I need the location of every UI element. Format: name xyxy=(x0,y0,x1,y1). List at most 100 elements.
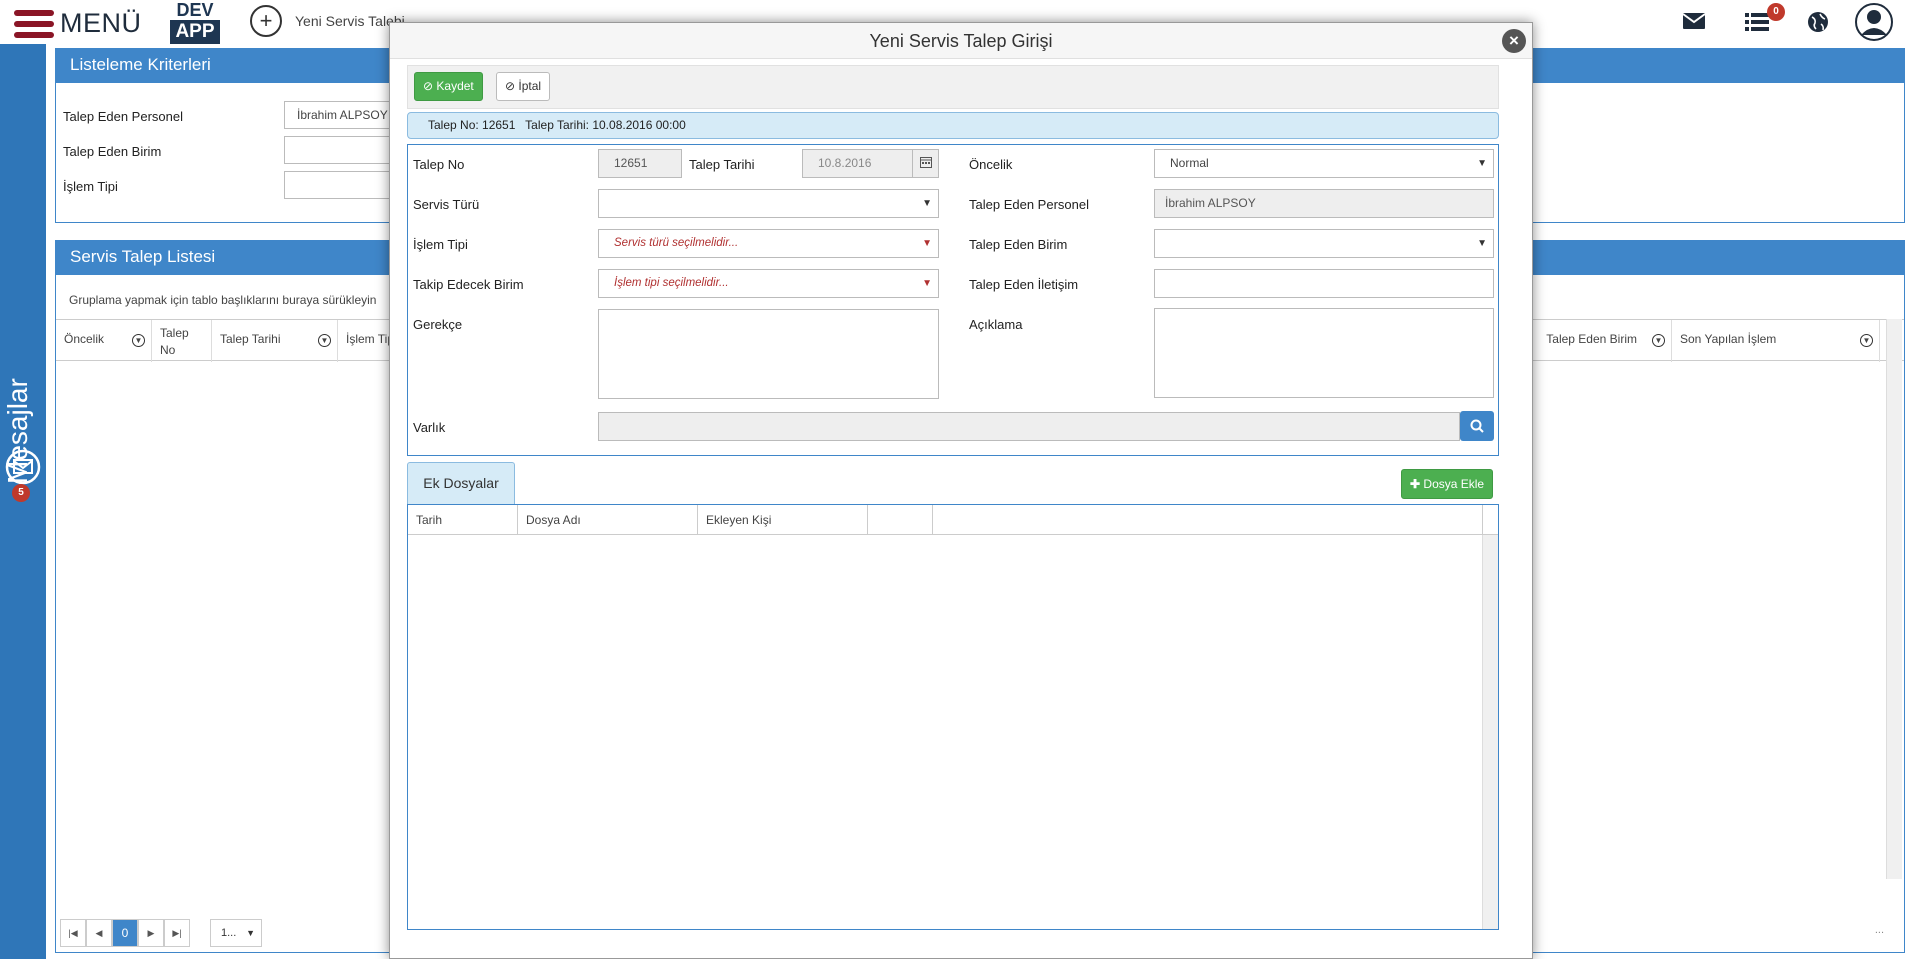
varlik-field[interactable] xyxy=(598,412,1460,441)
messages-sidebar[interactable]: Mesajlar 5 xyxy=(0,44,46,959)
varlik-label: Varlık xyxy=(413,420,446,435)
col-talep-tarihi-label: Talep Tarihi xyxy=(220,332,281,346)
caret-down-icon: ▼ xyxy=(1477,238,1487,249)
list-icon[interactable] xyxy=(1745,12,1769,35)
page-size-value: 1... xyxy=(221,927,237,939)
islem-tipi-placeholder: Servis türü seçilmelidir... xyxy=(614,237,739,249)
globe-icon[interactable] xyxy=(1807,11,1829,36)
col-talep-tarihi[interactable]: Talep Tarihi ▼ xyxy=(212,320,338,362)
caret-down-icon: ▼ xyxy=(922,238,932,249)
talep-eden-birim-label: Talep Eden Birim xyxy=(969,237,1068,252)
menu-button[interactable]: MENÜ xyxy=(14,8,142,39)
caret-down-icon: ▼ xyxy=(246,928,255,938)
calendar-icon[interactable] xyxy=(912,149,939,178)
aciklama-label: Açıklama xyxy=(969,317,1023,332)
col-son-yapilan-islem[interactable]: Son Yapılan İşlem ▼ xyxy=(1672,320,1880,362)
modal-title: Yeni Servis Talep Girişi xyxy=(390,23,1532,59)
caret-down-icon: ▼ xyxy=(1477,158,1487,169)
talep-eden-iletisim-label: Talep Eden İletişim xyxy=(969,277,1079,292)
gerekce-label: Gerekçe xyxy=(413,317,463,332)
crit-input-birim[interactable] xyxy=(284,136,404,164)
talep-eden-iletisim-field[interactable] xyxy=(1154,269,1494,298)
user-avatar-icon[interactable] xyxy=(1855,3,1893,44)
takip-edecek-birim-select[interactable]: İşlem tipi seçilmelidir... ▼ xyxy=(598,269,939,298)
col-ekleyen-kisi[interactable]: Ekleyen Kişi xyxy=(698,505,868,535)
caret-down-icon: ▼ xyxy=(922,278,932,289)
header-scroll-spacer xyxy=(1482,505,1498,535)
request-info-bar: Talep No: 12651 Talep Tarihi: 10.08.2016… xyxy=(407,112,1499,139)
check-circle-icon: ⊘ xyxy=(423,79,434,93)
talep-tarihi-field[interactable]: 10.8.2016 xyxy=(802,149,913,178)
col-dosya-adi[interactable]: Dosya Adı xyxy=(518,505,698,535)
close-icon[interactable]: × xyxy=(1502,29,1526,53)
current-page[interactable]: 0 xyxy=(112,919,138,947)
last-page-icon[interactable]: ▶| xyxy=(164,919,190,947)
plus-icon: ✚ xyxy=(1410,477,1421,491)
add-file-button[interactable]: ✚ Dosya Ekle xyxy=(1401,469,1494,499)
search-button[interactable] xyxy=(1460,411,1494,441)
col-talep-no-label: Talep No xyxy=(160,326,189,357)
filter-icon[interactable]: ▼ xyxy=(1652,334,1665,347)
hamburger-icon xyxy=(14,9,56,38)
filter-icon[interactable]: ▼ xyxy=(318,334,331,347)
filter-icon[interactable]: ▼ xyxy=(1860,334,1873,347)
messages-badge: 5 xyxy=(12,484,30,502)
tab-ek-dosyalar[interactable]: Ek Dosyalar xyxy=(407,462,515,504)
gerekce-textarea[interactable] xyxy=(598,309,939,399)
group-hint: Gruplama yapmak için tablo başlıklarını … xyxy=(69,293,377,307)
crit-label-islem-tipi: İşlem Tipi xyxy=(63,179,118,194)
servis-turu-label: Servis Türü xyxy=(413,197,480,212)
islem-tipi-label: İşlem Tipi xyxy=(413,237,468,252)
islem-tipi-select[interactable]: Servis türü seçilmelidir... ▼ xyxy=(598,229,939,258)
col-tarih[interactable]: Tarih xyxy=(408,505,518,535)
takip-edecek-birim-placeholder: İşlem tipi seçilmelidir... xyxy=(614,277,729,289)
prev-page-icon[interactable]: ◀ xyxy=(86,919,112,947)
envelope-icon[interactable] xyxy=(1682,12,1706,33)
request-info-text: Talep No: 12651 Talep Tarihi: 10.08.2016… xyxy=(428,118,686,132)
attachments-grid-header: Tarih Dosya Adı Ekleyen Kişi xyxy=(408,505,1498,535)
save-button[interactable]: ⊘ Kaydet xyxy=(414,72,483,101)
add-file-label: Dosya Ekle xyxy=(1423,477,1485,491)
cancel-button[interactable]: ⊘ İptal xyxy=(496,72,551,101)
servis-turu-select[interactable]: ▼ xyxy=(598,189,939,218)
col-son-yapilan-islem-label: Son Yapılan İşlem xyxy=(1680,332,1777,346)
logo-line2: APP xyxy=(170,20,220,44)
pager: |◀ ◀ 0 ▶ ▶| xyxy=(60,919,190,947)
ban-icon: ⊘ xyxy=(505,79,516,93)
attachments-scrollbar[interactable] xyxy=(1482,535,1498,929)
oncelik-label: Öncelik xyxy=(969,157,1013,172)
page-size-select[interactable]: 1... ▼ xyxy=(210,919,262,947)
col-talep-eden-birim-label: Talep Eden Birim xyxy=(1546,332,1637,346)
pager-dots: ... xyxy=(1874,924,1884,936)
save-label: Kaydet xyxy=(436,79,474,93)
first-page-icon[interactable]: |◀ xyxy=(60,919,86,947)
oncelik-select[interactable]: Normal ▼ xyxy=(1154,149,1494,178)
oncelik-value: Normal xyxy=(1170,156,1209,170)
col-oncelik-label: Öncelik xyxy=(64,332,105,346)
app-logo[interactable]: DEV APP xyxy=(170,0,220,46)
talep-tarihi-label: Talep Tarihi xyxy=(689,157,755,172)
request-form: Talep No 12651 Talep Tarihi 10.8.2016 Ön… xyxy=(407,144,1499,456)
crit-label-birim: Talep Eden Birim xyxy=(63,144,162,159)
col-talep-eden-birim[interactable]: Talep Eden Birim ▼ xyxy=(1521,320,1672,362)
envelope-outline-icon xyxy=(5,449,41,488)
logo-line1: DEV xyxy=(176,0,214,20)
col-oncelik[interactable]: Öncelik ▼ xyxy=(56,320,152,362)
filter-icon[interactable]: ▼ xyxy=(132,334,145,347)
aciklama-textarea[interactable] xyxy=(1154,308,1494,398)
attachments-grid: Tarih Dosya Adı Ekleyen Kişi xyxy=(407,504,1499,930)
modal-toolbar: ⊘ Kaydet ⊘ İptal xyxy=(407,65,1499,109)
crit-input-islem-tipi[interactable] xyxy=(284,171,404,199)
add-tab-icon[interactable]: + xyxy=(250,5,282,37)
col-talep-no[interactable]: Talep No xyxy=(152,320,212,362)
crit-input-personel[interactable]: İbrahim ALPSOY xyxy=(284,101,404,129)
talep-eden-birim-select[interactable]: ▼ xyxy=(1154,229,1494,258)
talep-eden-personel-label: Talep Eden Personel xyxy=(969,197,1089,212)
next-page-icon[interactable]: ▶ xyxy=(138,919,164,947)
talep-no-label: Talep No xyxy=(413,157,465,172)
caret-down-icon: ▼ xyxy=(922,198,932,209)
new-service-request-modal: Yeni Servis Talep Girişi × ⊘ Kaydet ⊘ İp… xyxy=(389,22,1533,959)
crit-label-personel: Talep Eden Personel xyxy=(63,109,183,124)
list-scrollbar[interactable] xyxy=(1886,319,1902,879)
takip-edecek-birim-label: Takip Edecek Birim xyxy=(413,277,524,292)
